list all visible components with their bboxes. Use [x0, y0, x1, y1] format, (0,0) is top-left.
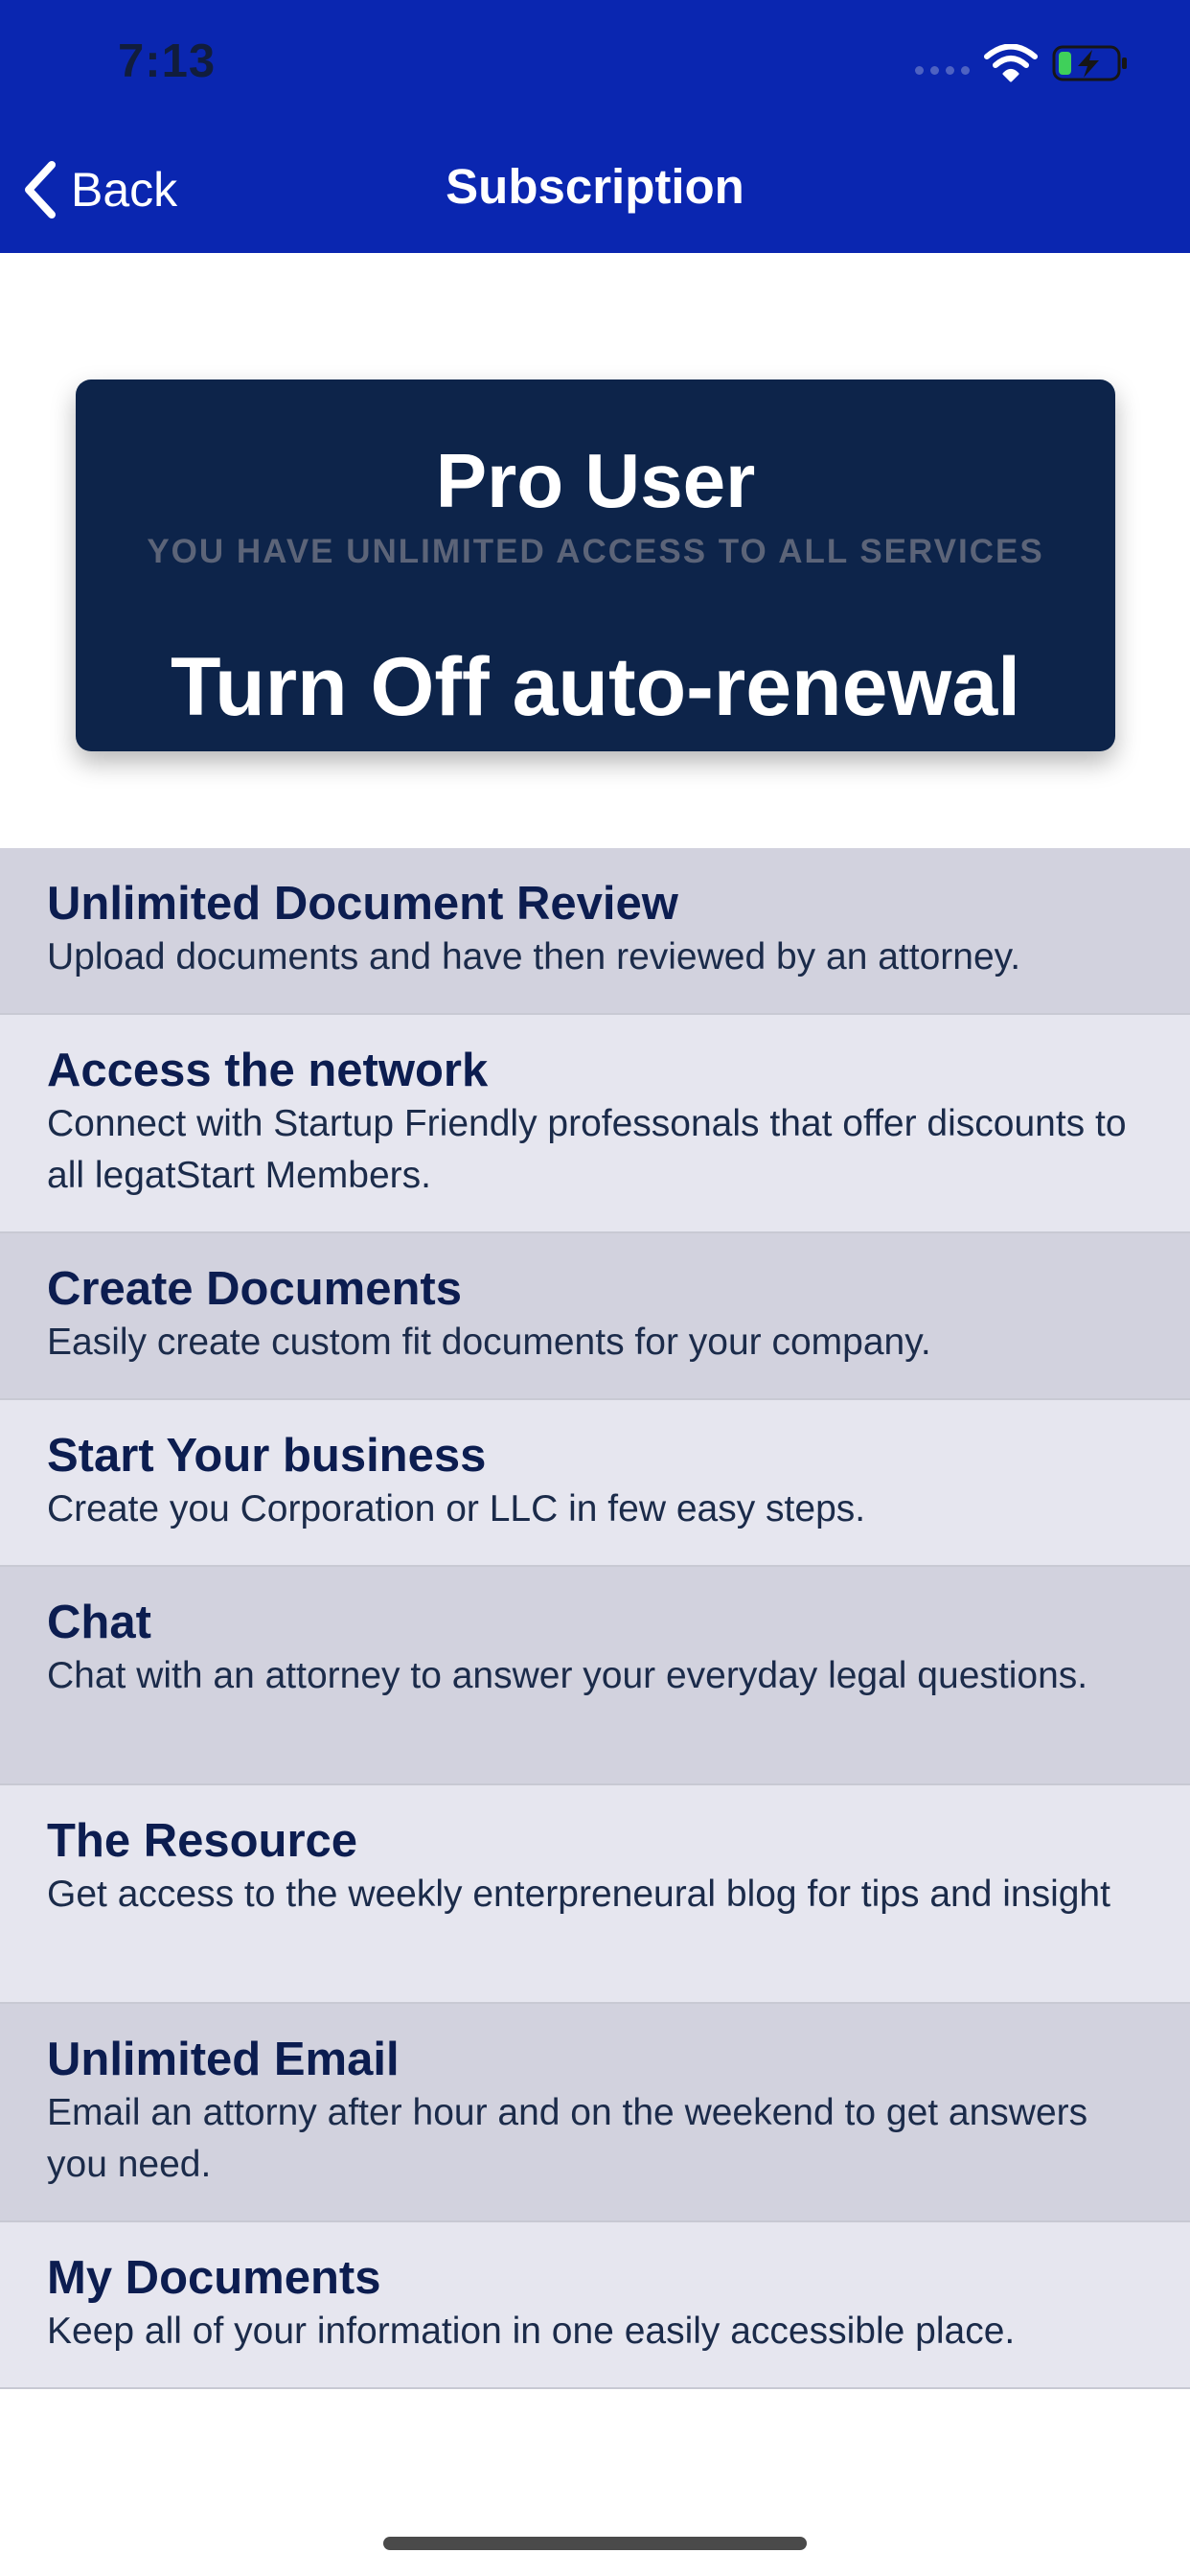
subscription-screen: 7:13 Back Subscription Pro User YOU HAVE…	[0, 0, 1190, 2576]
list-item: Unlimited Email Email an attorny after h…	[0, 2004, 1190, 2222]
feature-title: Chat	[47, 1597, 151, 1648]
battery-charging-icon	[1052, 45, 1127, 81]
list-item: Access the network Connect with Startup …	[0, 1015, 1190, 1233]
list-item: The Resource Get access to the weekly en…	[0, 1785, 1190, 2004]
list-item: Chat Chat with an attorney to answer you…	[0, 1567, 1190, 1785]
feature-description: Connect with Startup Friendly professona…	[47, 1103, 1127, 1196]
feature-title: Unlimited Email	[47, 2034, 400, 2085]
feature-title: The Resource	[47, 1815, 358, 1867]
turn-off-auto-renewal-button[interactable]: Turn Off auto-renewal	[76, 640, 1115, 735]
feature-description: Keep all of your information in one easi…	[47, 2311, 1016, 2352]
feature-title: Unlimited Document Review	[47, 878, 678, 930]
status-time: 7:13	[118, 35, 217, 87]
feature-description: Chat with an attorney to answer your eve…	[47, 1655, 1088, 1696]
list-item: My Documents Keep all of your informatio…	[0, 2222, 1190, 2389]
feature-title: My Documents	[47, 2252, 381, 2304]
feature-description: Create you Corporation or LLC in few eas…	[47, 1488, 866, 1530]
feature-description: Email an attorny after hour and on the w…	[47, 2092, 1088, 2185]
pro-user-subtitle: YOU HAVE UNLIMITED ACCESS TO ALL SERVICE…	[147, 533, 1044, 570]
list-item: Create Documents Easily create custom fi…	[0, 1233, 1190, 1400]
pro-user-card: Pro User YOU HAVE UNLIMITED ACCESS TO AL…	[76, 380, 1115, 751]
list-item: Start Your business Create you Corporati…	[0, 1400, 1190, 1567]
feature-description: Get access to the weekly enterpreneural …	[47, 1874, 1110, 1915]
feature-list: Unlimited Document Review Upload documen…	[0, 848, 1190, 2389]
wifi-icon	[984, 44, 1038, 82]
home-indicator[interactable]	[383, 2537, 807, 2550]
signal-icon	[915, 66, 970, 75]
feature-title: Start Your business	[47, 1430, 487, 1482]
navigation-header: 7:13 Back Subscription	[0, 0, 1190, 253]
pro-user-title: Pro User	[435, 438, 756, 523]
feature-title: Access the network	[47, 1045, 489, 1096]
feature-description: Upload documents and have then reviewed …	[47, 936, 1021, 978]
list-item: Unlimited Document Review Upload documen…	[0, 848, 1190, 1015]
feature-description: Easily create custom fit documents for y…	[47, 1322, 931, 1363]
page-title: Subscription	[446, 159, 744, 214]
feature-title: Create Documents	[47, 1263, 462, 1315]
